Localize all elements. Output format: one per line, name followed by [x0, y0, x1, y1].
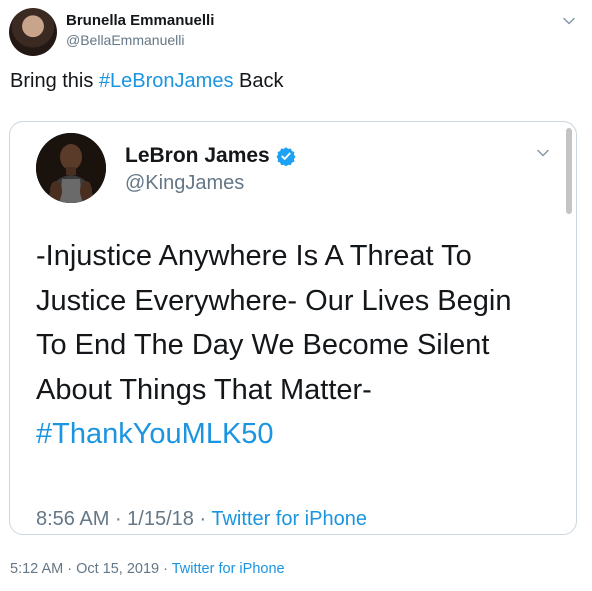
embedded-date[interactable]: 1/15/18 [127, 508, 194, 530]
embedded-tweet-text: -Injustice Anywhere Is A Threat To Justi… [36, 234, 556, 457]
embedded-time[interactable]: 8:56 AM [36, 508, 109, 530]
embedded-tweet[interactable]: LeBron James @KingJames -Injustice Anywh… [9, 121, 577, 535]
meta-separator: · [159, 561, 172, 577]
tweet-source-link[interactable]: Twitter for iPhone [172, 561, 285, 577]
embedded-author-handle[interactable]: @KingJames [125, 172, 244, 195]
tweet-meta: 5:12 AM · Oct 15, 2019 · Twitter for iPh… [10, 561, 285, 577]
tweet-text: Bring this #LeBronJames Back [10, 70, 284, 93]
tweet-time[interactable]: 5:12 AM [10, 561, 63, 577]
chevron-down-icon[interactable] [560, 12, 578, 30]
embedded-avatar[interactable] [36, 133, 106, 203]
author-name[interactable]: Brunella Emmanuelli [66, 12, 214, 29]
embedded-hashtag-link[interactable]: #ThankYouMLK50 [36, 418, 274, 450]
embedded-source-link[interactable]: Twitter for iPhone [211, 508, 367, 530]
embedded-author-name[interactable]: LeBron James [125, 144, 296, 168]
verified-badge-icon [276, 147, 296, 166]
meta-separator: · [109, 508, 128, 530]
embedded-tweet-meta: 8:56 AM · 1/15/18 · Twitter for iPhone [36, 508, 367, 531]
tweet-date[interactable]: Oct 15, 2019 [76, 561, 159, 577]
chevron-down-icon[interactable] [534, 144, 552, 162]
avatar[interactable] [9, 8, 57, 56]
tweet-text-prefix: Bring this [10, 70, 99, 92]
scrollbar[interactable] [566, 128, 572, 214]
author-handle[interactable]: @BellaEmmanuelli [66, 32, 184, 48]
tweet-text-suffix: Back [233, 70, 284, 92]
meta-separator: · [63, 561, 77, 577]
hashtag-link[interactable]: #LeBronJames [99, 70, 234, 92]
meta-separator: · [193, 508, 212, 530]
embedded-author-name-text: LeBron James [125, 144, 270, 167]
embedded-text-body: -Injustice Anywhere Is A Threat To Justi… [36, 240, 512, 406]
